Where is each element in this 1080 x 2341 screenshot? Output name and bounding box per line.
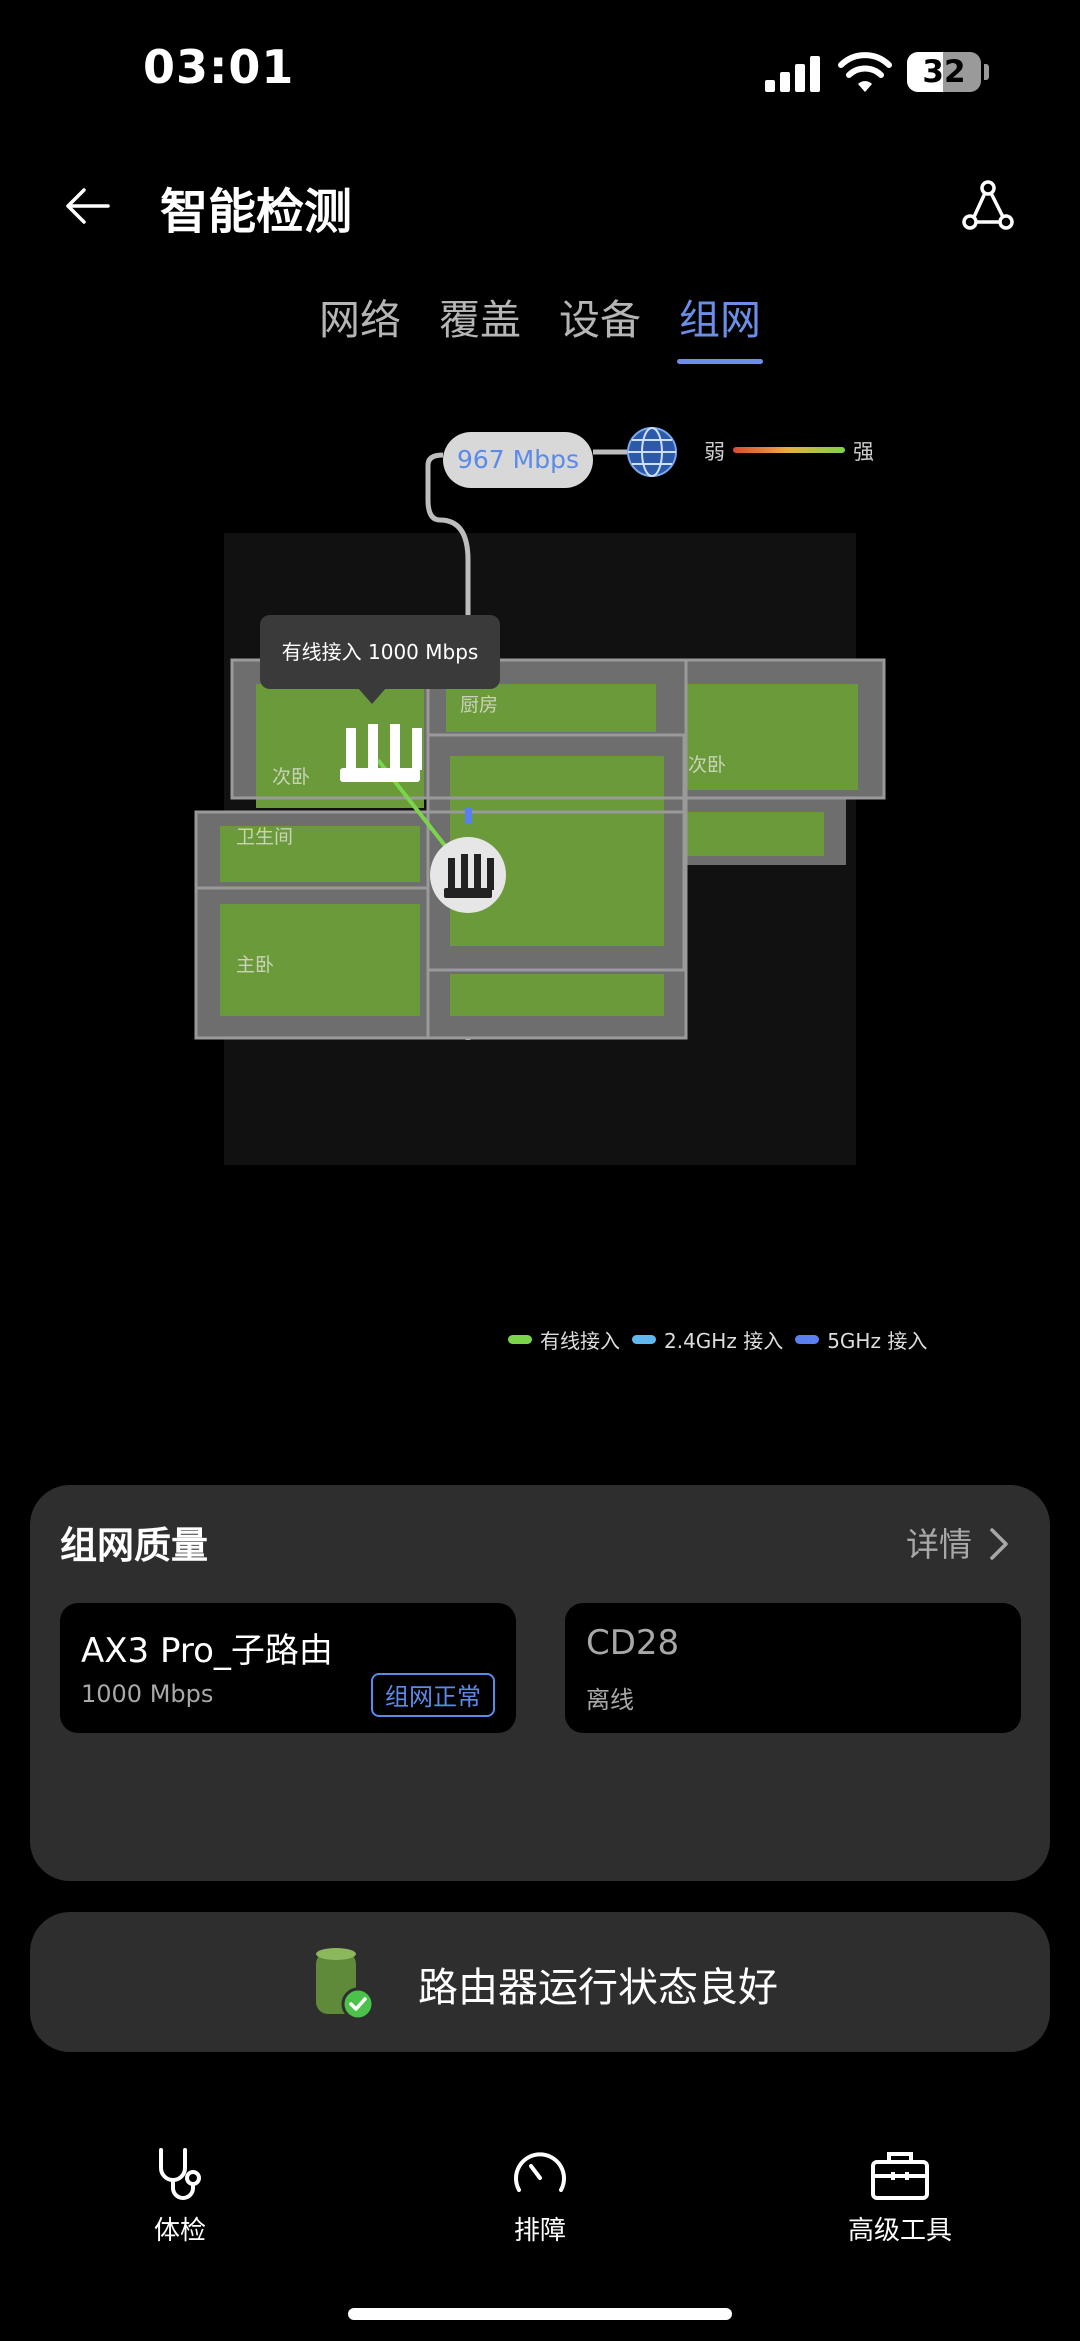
page-title: 智能检测 — [160, 184, 353, 240]
room-label-kitchen: 厨房 — [460, 694, 499, 716]
mesh-quality-title: 组网质量 — [60, 1524, 208, 1567]
router-connection-tooltip: 有线接入 1000 Mbps — [260, 615, 500, 689]
nav-advanced-tools[interactable]: 高级工具 — [800, 2146, 1000, 2247]
uplink-speed-label: 967 Mbps — [443, 432, 593, 488]
node-name: CD28 — [586, 1623, 680, 1663]
status-badge: 组网正常 — [371, 1673, 495, 1717]
signal-weak-label: 弱 — [704, 440, 725, 464]
nav-troubleshoot[interactable]: 排障 — [440, 2146, 640, 2247]
connection-legend: 有线接入 2.4GHz 接入 5GHz 接入 — [508, 1325, 933, 1354]
nav-checkup[interactable]: 体检 — [80, 2146, 280, 2247]
battery-cap — [984, 64, 989, 80]
nav-label: 体检 — [153, 2216, 206, 2246]
status-time: 03:01 — [143, 40, 295, 94]
signal-scale-bar — [733, 447, 845, 453]
wifi-icon — [838, 52, 892, 92]
tab-mesh[interactable]: 组网 — [677, 280, 763, 364]
legend-24ghz: 2.4GHz 接入 — [632, 1325, 783, 1354]
node-name: AX3 Pro_子路由 — [81, 1631, 333, 1671]
stethoscope-icon — [159, 2148, 201, 2200]
nav-label: 排障 — [513, 2216, 566, 2246]
toolbox-icon — [871, 2152, 929, 2200]
room-label-bathroom: 卫生间 — [236, 826, 294, 848]
room-label-bedroom-left: 次卧 — [272, 766, 311, 788]
details-link[interactable]: 详情 — [906, 1518, 972, 1566]
signal-strong-label: 强 — [853, 440, 874, 464]
legend-wired: 有线接入 — [508, 1325, 620, 1354]
legend-5ghz: 5GHz 接入 — [795, 1325, 927, 1354]
node-speed: 1000 Mbps — [81, 1680, 214, 1708]
topology-icon[interactable] — [960, 176, 1018, 234]
tab-coverage[interactable]: 覆盖 — [439, 280, 521, 364]
battery-level: 32 — [922, 54, 966, 90]
tab-bar: 网络 覆盖 设备 组网 — [0, 280, 1080, 364]
router-check-icon — [316, 1948, 375, 2021]
tooltip-pointer — [358, 688, 386, 704]
router-status-text: 路由器运行状态良好 — [418, 1965, 778, 2011]
tab-network[interactable]: 网络 — [319, 280, 401, 364]
nav-label: 高级工具 — [847, 2216, 952, 2246]
room-label-master: 主卧 — [236, 954, 275, 976]
sub-router-icon[interactable] — [430, 837, 506, 913]
cellular-signal-icon — [765, 56, 823, 92]
tab-devices[interactable]: 设备 — [559, 280, 641, 364]
battery-indicator: 32 — [907, 52, 981, 92]
chevron-right-icon[interactable] — [986, 1526, 1012, 1562]
home-indicator[interactable] — [348, 2308, 732, 2320]
room-label-bedroom-right: 次卧 — [688, 754, 727, 776]
node-status: 离线 — [586, 1686, 634, 1714]
internet-globe-icon — [627, 427, 677, 477]
gauge-icon — [514, 2152, 566, 2192]
back-arrow-icon[interactable] — [60, 178, 116, 234]
floor-map — [194, 427, 886, 1165]
